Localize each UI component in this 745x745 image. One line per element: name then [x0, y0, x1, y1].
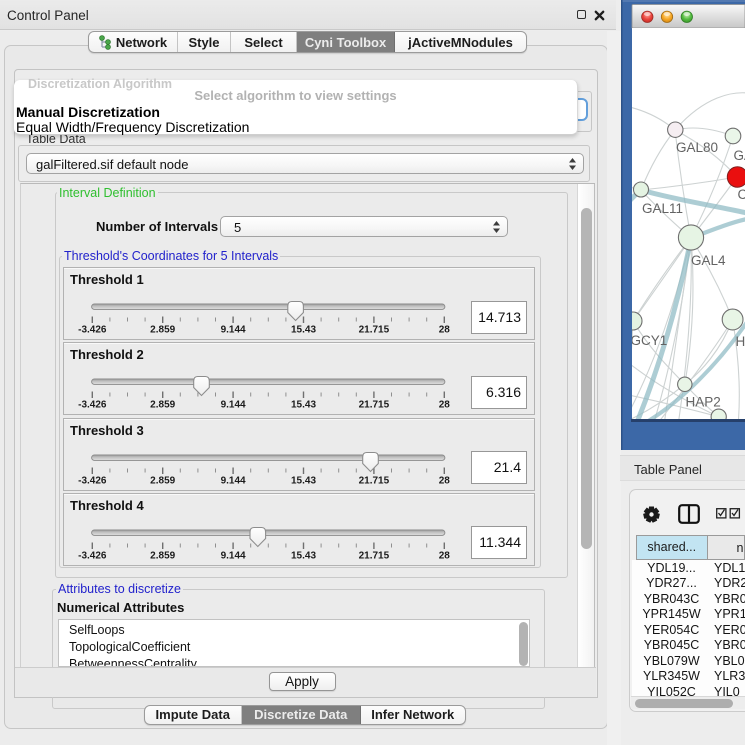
svg-text:9.144: 9.144	[221, 400, 246, 411]
svg-text:9.144: 9.144	[221, 325, 246, 336]
svg-text:9.144: 9.144	[221, 475, 246, 486]
svg-text:GCY1: GCY1	[631, 333, 668, 348]
svg-text:15.43: 15.43	[291, 475, 316, 486]
svg-text:21.715: 21.715	[359, 475, 390, 486]
svg-text:28: 28	[439, 475, 451, 486]
svg-text:-3.426: -3.426	[78, 475, 107, 486]
svg-text:C: C	[738, 187, 745, 202]
svg-text:21.715: 21.715	[359, 550, 390, 561]
svg-text:2.859: 2.859	[150, 325, 175, 336]
svg-text:21.715: 21.715	[359, 400, 390, 411]
svg-text:HAP2: HAP2	[686, 395, 721, 410]
svg-text:GAL4: GAL4	[691, 253, 726, 268]
svg-text:-3.426: -3.426	[78, 550, 107, 561]
svg-text:2.859: 2.859	[150, 475, 175, 486]
svg-text:9.144: 9.144	[221, 550, 246, 561]
svg-text:GAL11: GAL11	[642, 201, 683, 216]
svg-text:2.859: 2.859	[150, 400, 175, 411]
svg-text:-3.426: -3.426	[78, 400, 107, 411]
svg-text:15.43: 15.43	[291, 550, 316, 561]
svg-text:-3.426: -3.426	[78, 325, 107, 336]
svg-text:21.715: 21.715	[359, 325, 390, 336]
svg-text:15.43: 15.43	[291, 400, 316, 411]
svg-text:H: H	[736, 334, 745, 349]
svg-text:GAL80: GAL80	[676, 140, 718, 155]
svg-text:28: 28	[439, 325, 451, 336]
svg-text:GA: GA	[734, 148, 745, 163]
svg-text:2.859: 2.859	[150, 550, 175, 561]
svg-text:28: 28	[439, 400, 451, 411]
svg-text:15.43: 15.43	[291, 325, 316, 336]
svg-text:28: 28	[439, 550, 451, 561]
